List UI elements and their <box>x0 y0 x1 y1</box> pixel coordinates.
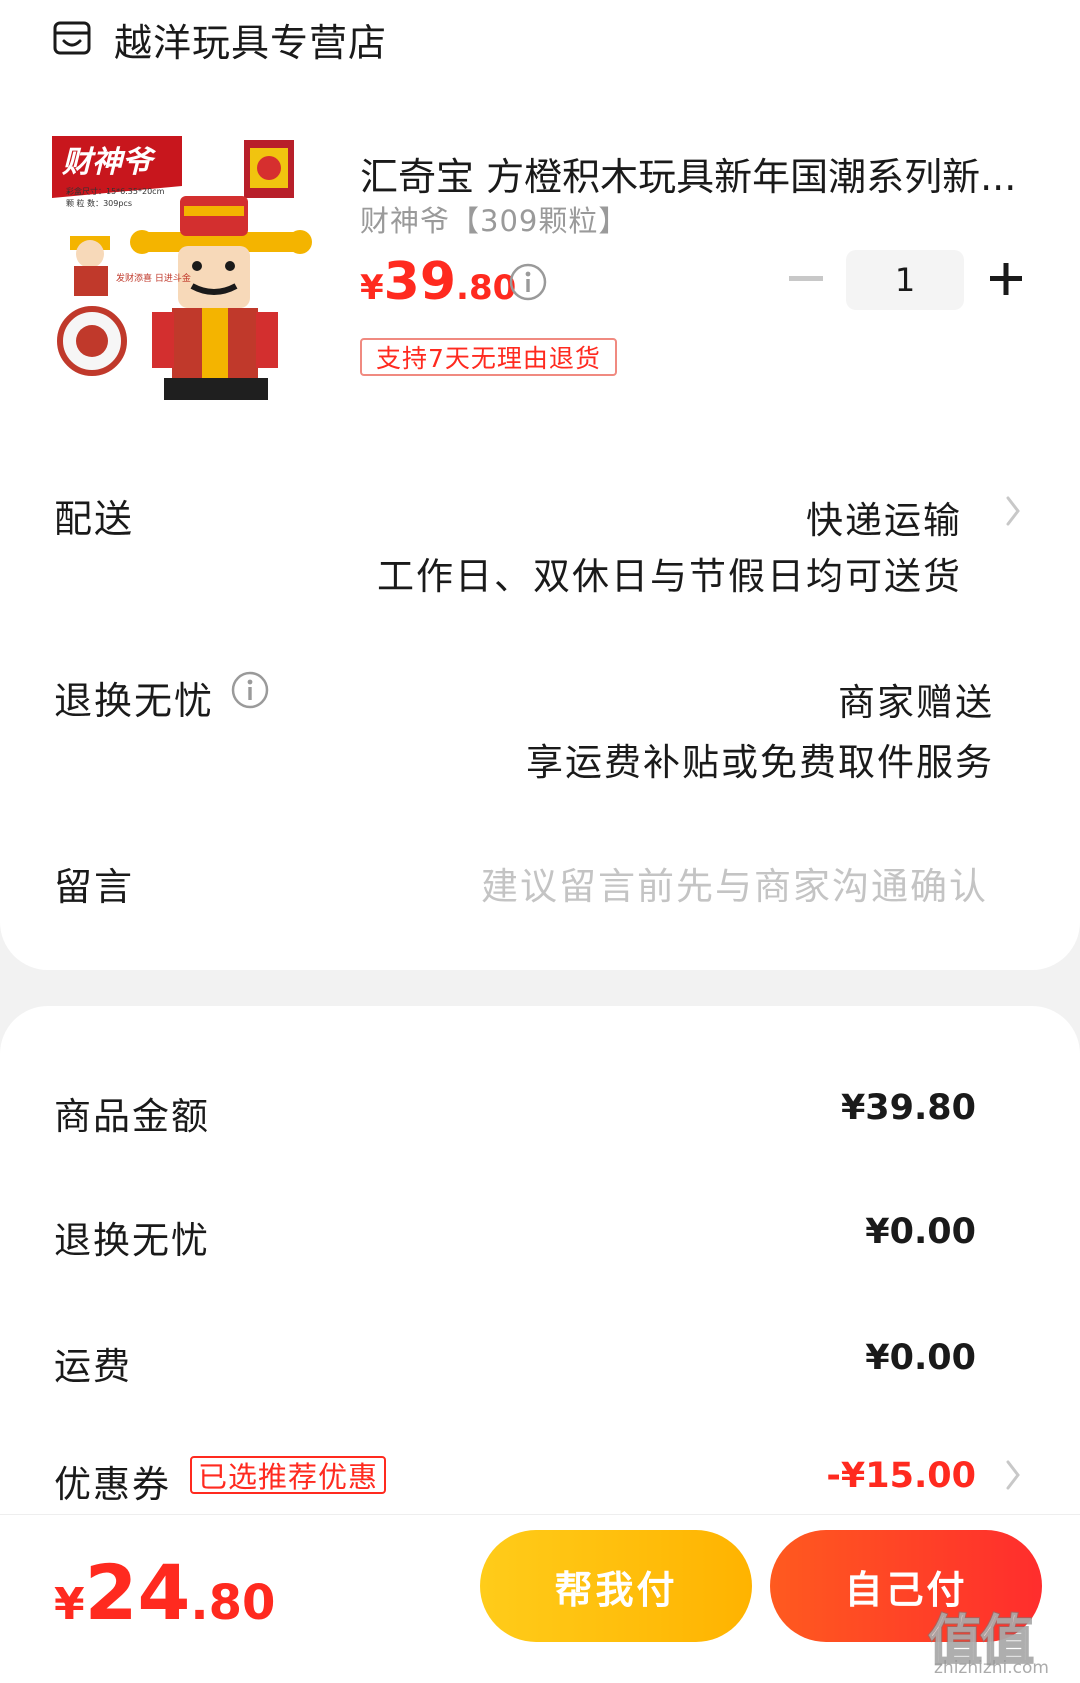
product-title[interactable]: 汇奇宝 方橙积木玩具新年国潮系列新... <box>360 146 1020 201</box>
coupon-chevron-icon[interactable] <box>1002 1458 1024 1492</box>
total-decimal: .80 <box>190 1575 276 1631</box>
watermark-url: zhizhizhi.com <box>934 1658 1049 1678</box>
return-service-provider: 商家赠送 <box>838 681 994 724</box>
delivery-chevron-icon[interactable] <box>1002 494 1024 528</box>
quantity-increase-button[interactable] <box>985 258 1027 300</box>
store-header[interactable]: 越洋玩具专营店 <box>52 14 388 65</box>
image-banner-text: 财神爷 <box>61 145 156 180</box>
return-service-info-icon[interactable] <box>230 670 270 710</box>
minus-icon <box>789 276 823 281</box>
quantity-input[interactable]: 1 <box>846 250 964 310</box>
message-input[interactable]: 建议留言前先与商家沟通确认 <box>481 856 988 910</box>
store-name: 越洋玩具专营店 <box>114 20 388 65</box>
image-spec1-text: 彩盒尺寸：15*6.35*20cm <box>66 186 165 196</box>
image-spec2-text: 颗 粒 数：309pcs <box>66 198 132 208</box>
return-fee-label: 退换无忧 <box>54 1219 210 1262</box>
help-me-pay-button[interactable]: 帮我付 <box>480 1530 752 1642</box>
quantity-decrease-button[interactable] <box>785 258 827 300</box>
plus-icon <box>990 263 1022 295</box>
delivery-detail: 工作日、双休日与节假日均可送货 <box>377 555 962 598</box>
store-icon <box>53 21 91 55</box>
product-spec[interactable]: 财神爷【309颗粒】 <box>360 198 628 240</box>
product-image[interactable]: 财神爷 彩盒尺寸：15*6.35*20cm 颗 粒 数：309pcs 发财添喜 … <box>52 136 330 414</box>
price-info-icon[interactable] <box>508 262 548 302</box>
coupon-selected-tag: 已选推荐优惠 <box>190 1456 387 1494</box>
price-currency: ¥ <box>360 268 384 308</box>
message-label: 留言 <box>54 865 135 909</box>
total-currency: ¥ <box>54 1579 85 1630</box>
shipping-value: ¥0.00 <box>865 1338 976 1378</box>
return-service-detail: 享运费补贴或免费取件服务 <box>526 741 994 784</box>
total-integer: 24 <box>84 1548 191 1637</box>
delivery-method[interactable]: 快递运输 <box>806 490 962 544</box>
product-price: ¥ 39 .80 <box>360 252 516 312</box>
coupon-value[interactable]: -¥15.00 <box>826 1456 976 1496</box>
return-policy-tag: 支持7天无理由退货 <box>360 338 617 376</box>
delivery-label: 配送 <box>54 497 135 541</box>
coupon-label: 优惠券 <box>54 1463 171 1506</box>
return-fee-value: ¥0.00 <box>865 1212 976 1252</box>
return-service-label: 退换无忧 <box>54 679 215 723</box>
goods-amount-value: ¥39.80 <box>840 1088 976 1128</box>
shipping-label: 运费 <box>54 1345 132 1388</box>
goods-amount-label: 商品金额 <box>54 1095 210 1138</box>
price-integer: 39 <box>383 252 457 312</box>
image-slogan-text: 发财添喜 日进斗金 <box>116 272 191 284</box>
total-price: ¥ 24 .80 <box>54 1548 275 1637</box>
